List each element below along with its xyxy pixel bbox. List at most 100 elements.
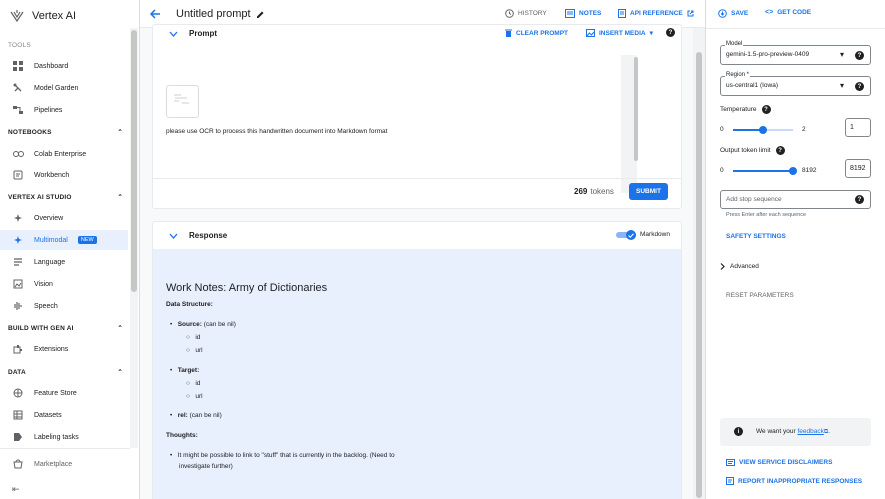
- get-code-button[interactable]: <> GET CODE: [765, 9, 811, 16]
- get-code-label: GET CODE: [777, 9, 812, 16]
- sidebar-item-extensions[interactable]: Extensions: [0, 339, 128, 359]
- model-garden-icon: [12, 82, 24, 94]
- token-limit-slider-handle[interactable]: [789, 167, 797, 175]
- sidebar-item-pipelines[interactable]: Pipelines: [0, 100, 128, 120]
- chevron-down-icon[interactable]: [169, 233, 178, 239]
- sidebar-item-label: Colab Enterprise: [34, 150, 87, 158]
- sidebar-item-label: Extensions: [34, 345, 69, 353]
- sidebar-item-labeling-tasks[interactable]: Labeling tasks: [0, 427, 128, 447]
- sidebar-item-workbench[interactable]: Workbench: [0, 165, 128, 185]
- sidebar-item-feature-store[interactable]: Feature Store: [0, 383, 128, 403]
- sidebar-item-overview[interactable]: Overview: [0, 208, 128, 228]
- code-icon: <>: [765, 9, 774, 16]
- reset-parameters-button[interactable]: RESET PARAMETERS: [726, 292, 794, 299]
- advanced-expander[interactable]: Advanced: [720, 263, 759, 270]
- colab-icon: [12, 148, 24, 160]
- sidebar-item-dashboard[interactable]: Dashboard: [0, 56, 128, 76]
- multimodal-icon: [12, 234, 24, 246]
- history-label: HISTORY: [518, 10, 547, 17]
- extensions-icon: [12, 343, 24, 355]
- safety-settings-button[interactable]: SAFETY SETTINGS: [726, 233, 786, 240]
- api-reference-label: API REFERENCE: [630, 10, 683, 17]
- prompt-scrollbar-thumb[interactable]: [634, 57, 638, 161]
- token-limit-input[interactable]: 8192: [845, 159, 871, 178]
- save-button[interactable]: SAVE: [718, 9, 748, 18]
- sidebar: Vertex AI TOOLS Dashboard Model Garden P…: [0, 0, 140, 499]
- help-icon[interactable]: ?: [666, 28, 675, 37]
- view-service-disclaimers-button[interactable]: VIEW SERVICE DISCLAIMERS: [726, 459, 832, 466]
- markdown-toggle[interactable]: [616, 230, 636, 240]
- workbench-icon: [12, 169, 24, 181]
- temperature-slider-handle[interactable]: [759, 126, 767, 134]
- api-reference-button[interactable]: API REFERENCE: [618, 9, 694, 18]
- list-item: • rel: (can be nil): [170, 412, 222, 419]
- report-icon: [726, 477, 734, 485]
- markdown-toggle-label: Markdown: [640, 231, 670, 238]
- sidebar-item-datasets[interactable]: Datasets: [0, 405, 128, 425]
- notes-button[interactable]: NOTES: [565, 9, 601, 18]
- token-count-value: 269: [574, 187, 588, 196]
- sidebar-item-colab-enterprise[interactable]: Colab Enterprise: [0, 144, 128, 164]
- help-icon[interactable]: ?: [855, 51, 864, 60]
- sidebar-item-label: Speech: [34, 302, 58, 310]
- chevron-down-icon[interactable]: [169, 31, 178, 37]
- temperature-input[interactable]: 1: [845, 118, 871, 137]
- insert-media-label: INSERT MEDIA: [599, 29, 646, 37]
- sidebar-item-language[interactable]: Language: [0, 252, 128, 272]
- list-item: • It might be possible to link to "stuff…: [170, 452, 395, 459]
- collapse-sidebar-icon[interactable]: ⇤: [12, 484, 20, 495]
- sidebar-item-speech[interactable]: Speech: [0, 296, 128, 316]
- sidebar-item-marketplace[interactable]: Marketplace: [0, 454, 128, 474]
- settings-panel: SAVE <> GET CODE gemini-1.5-pro-preview-…: [705, 0, 885, 499]
- insert-media-button[interactable]: INSERT MEDIA ▾: [586, 29, 653, 37]
- sidebar-item-label: Marketplace: [34, 460, 73, 468]
- main-scrollbar-thumb[interactable]: [696, 52, 702, 498]
- sidebar-item-label: Datasets: [34, 411, 62, 419]
- history-button[interactable]: HISTORY: [505, 9, 547, 18]
- target-label: Target:: [177, 367, 200, 374]
- caret-down-icon: ▾: [840, 50, 845, 59]
- check-icon: [626, 230, 636, 240]
- model-select[interactable]: gemini-1.5-pro-preview-0409 ▾ ?: [720, 45, 871, 65]
- brand[interactable]: Vertex AI: [10, 6, 76, 26]
- token-limit-min: 0: [720, 167, 724, 174]
- help-icon[interactable]: ?: [855, 82, 864, 91]
- source-label: Source:: [177, 321, 202, 328]
- source-note: (can be nil): [203, 321, 236, 328]
- dashboard-icon: [12, 60, 24, 72]
- region-select[interactable]: us-central1 (Iowa) ▾ ?: [720, 76, 871, 96]
- model-label: Model: [725, 41, 744, 47]
- submit-button[interactable]: SUBMIT: [629, 183, 668, 200]
- section-data[interactable]: DATA ⌃: [8, 365, 123, 379]
- report-inappropriate-responses-button[interactable]: REPORT INAPPROPRIATE RESPONSES: [726, 477, 862, 485]
- back-arrow-icon[interactable]: [149, 8, 161, 20]
- help-icon[interactable]: ?: [775, 146, 785, 155]
- section-build-with-gen-ai[interactable]: BUILD WITH GEN AI ⌃: [8, 321, 123, 335]
- sidebar-item-model-garden[interactable]: Model Garden: [0, 78, 128, 98]
- help-icon[interactable]: ?: [855, 195, 864, 204]
- rel-label: rel:: [177, 412, 188, 419]
- edit-pencil-icon[interactable]: [256, 10, 265, 19]
- id-text: id: [195, 334, 201, 341]
- uploaded-image-thumbnail[interactable]: [166, 85, 199, 118]
- section-notebooks[interactable]: NOTEBOOKS ⌃: [8, 125, 123, 139]
- model-select-value: gemini-1.5-pro-preview-0409: [726, 51, 810, 58]
- help-icon[interactable]: ?: [761, 105, 771, 114]
- sidebar-item-label: Labeling tasks: [34, 433, 79, 441]
- clear-prompt-button[interactable]: CLEAR PROMPT: [505, 29, 568, 37]
- feedback-link[interactable]: feedback: [797, 428, 823, 435]
- disclaimer-icon: [726, 459, 735, 466]
- prompt-text[interactable]: please use OCR to process this handwritt…: [166, 128, 387, 135]
- caret-down-icon: ▾: [649, 30, 653, 37]
- sidebar-scrollbar-thumb[interactable]: [131, 30, 137, 292]
- sidebar-item-label: Workbench: [34, 171, 70, 179]
- sidebar-item-multimodal[interactable]: Multimodal NEW: [0, 230, 128, 250]
- section-vertex-ai-studio[interactable]: VERTEX AI STUDIO ⌃: [8, 190, 123, 204]
- stop-sequence-input[interactable]: Add stop sequence ?: [720, 190, 871, 209]
- sidebar-item-vision[interactable]: Vision: [0, 274, 128, 294]
- info-icon: i: [734, 427, 743, 436]
- api-doc-icon: [618, 9, 626, 18]
- advanced-label: Advanced: [730, 263, 759, 270]
- rel-note: (can be nil): [189, 412, 222, 419]
- language-icon: [12, 256, 24, 268]
